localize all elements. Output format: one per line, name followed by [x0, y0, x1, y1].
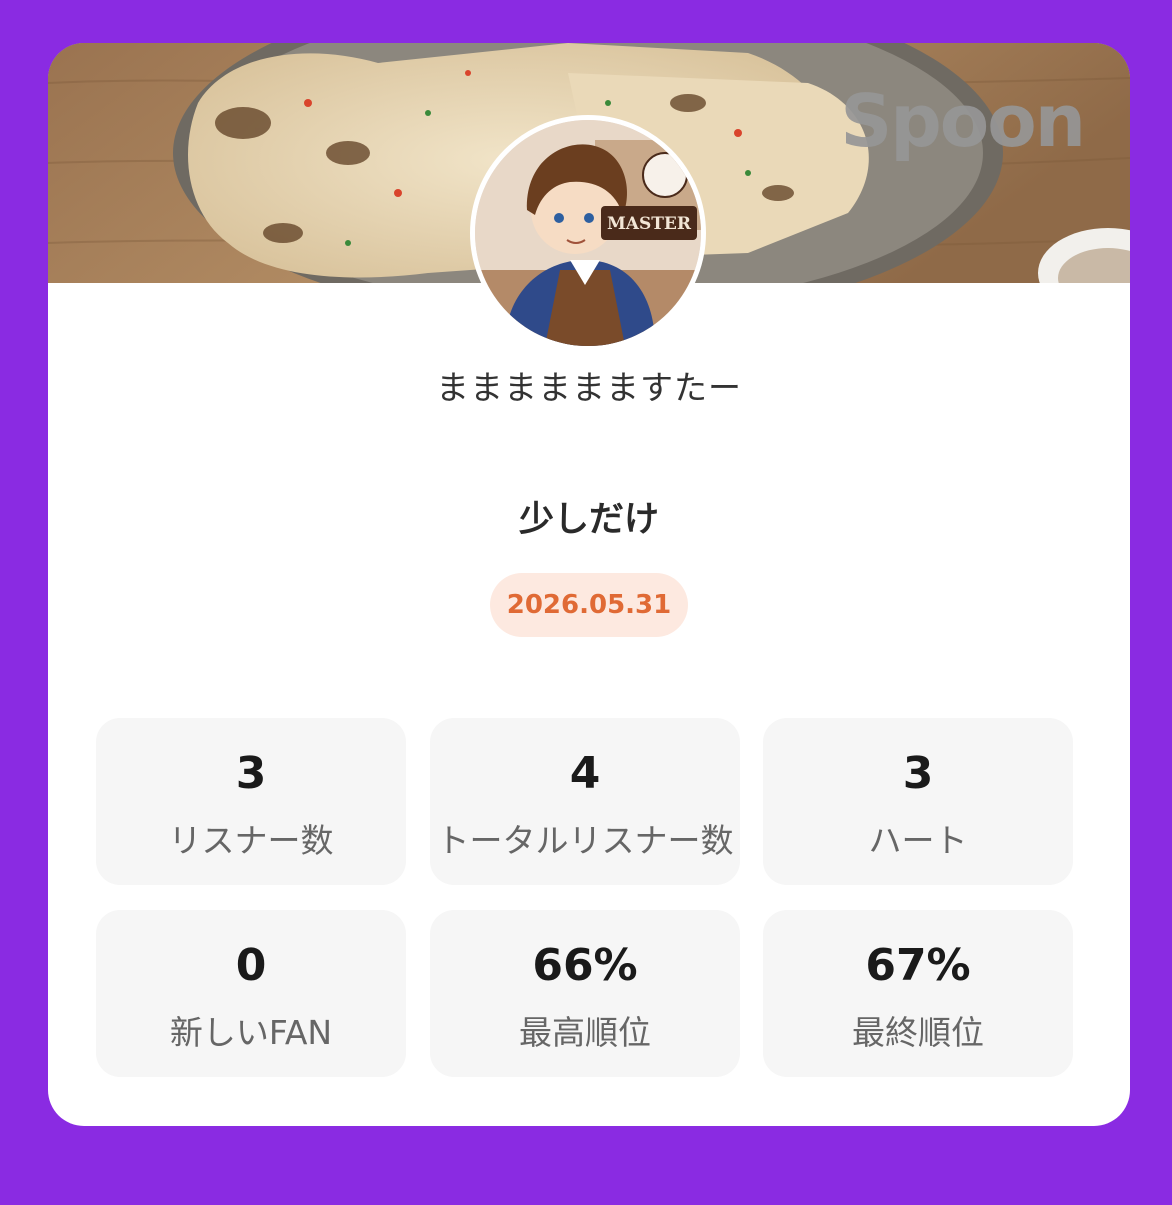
stat-label: 最高順位	[519, 1013, 651, 1052]
stat-value: 3	[235, 748, 267, 799]
stat-card-best-rank: 66% 最高順位	[430, 910, 740, 1077]
stat-label: リスナー数	[168, 821, 334, 860]
broadcast-title: 少しだけ	[518, 500, 659, 540]
avatar-barista-illustration: MASTER	[475, 120, 701, 346]
stat-value: 67%	[865, 940, 971, 991]
stat-label: ハート	[868, 821, 968, 860]
stat-card-new-fans: 0 新しいFAN	[96, 910, 406, 1077]
stat-card-listeners: 3 リスナー数	[96, 718, 406, 885]
username: まままままますたー	[436, 368, 742, 407]
stat-label: 新しいFAN	[169, 1013, 333, 1052]
date-badge: 2026.05.31	[490, 573, 688, 637]
stat-value: 0	[235, 940, 267, 991]
stat-label: 最終順位	[852, 1013, 984, 1052]
stat-card-final-rank: 67% 最終順位	[763, 910, 1073, 1077]
user-avatar[interactable]: MASTER	[470, 115, 706, 351]
stat-card-hearts: 3 ハート	[763, 718, 1073, 885]
stat-value: 66%	[532, 940, 638, 991]
stat-value: 4	[569, 748, 601, 799]
stat-card-total-listeners: 4 トータルリスナー数	[430, 718, 740, 885]
avatar-shop-sign: MASTER	[607, 214, 692, 234]
stat-value: 3	[902, 748, 934, 799]
brand-logo: Spoon	[840, 79, 1086, 163]
summary-card: Spoon MASTER まままままますたー 少しだけ 2026.05.31 3…	[48, 43, 1130, 1126]
stat-label: トータルリスナー数	[436, 821, 734, 860]
